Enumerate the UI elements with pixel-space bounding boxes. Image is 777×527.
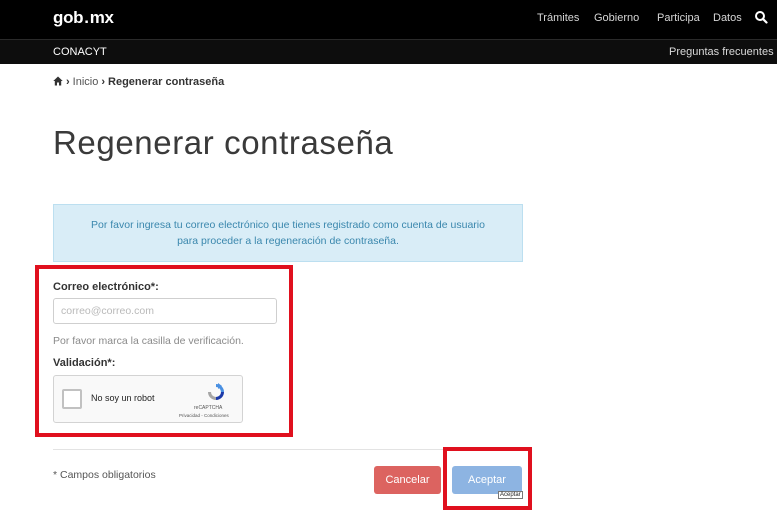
- form-highlight-box: [35, 265, 293, 437]
- info-alert: Por favor ingresa tu correo electrónico …: [53, 204, 523, 262]
- top-nav: Trámites Gobierno Participa Datos: [0, 12, 777, 28]
- sub-header: CONACYT Preguntas frecuentes: [0, 39, 777, 64]
- nav-item-participa[interactable]: Participa: [657, 12, 700, 24]
- nav-item-datos[interactable]: Datos: [713, 12, 742, 24]
- breadcrumb-separator: ›: [101, 76, 106, 88]
- breadcrumb: › Inicio › Regenerar contraseña: [53, 76, 224, 88]
- breadcrumb-home-link[interactable]: Inicio: [73, 76, 99, 88]
- breadcrumb-separator: ›: [66, 76, 70, 88]
- breadcrumb-current: Regenerar contraseña: [108, 76, 225, 88]
- page-title: Regenerar contraseña: [53, 124, 394, 161]
- info-line-1: Por favor ingresa tu correo electrónico …: [91, 219, 485, 231]
- cancel-button[interactable]: Cancelar: [374, 466, 441, 494]
- required-fields-note: * Campos obligatorios: [53, 469, 156, 481]
- top-header: gob.mx Trámites Gobierno Participa Datos: [0, 0, 777, 39]
- home-icon[interactable]: [53, 76, 63, 86]
- faq-link[interactable]: Preguntas frecuentes: [669, 46, 774, 58]
- info-line-2: para proceder a la regeneración de contr…: [177, 235, 399, 247]
- nav-item-gobierno[interactable]: Gobierno: [594, 12, 639, 24]
- search-icon[interactable]: [754, 10, 768, 26]
- accept-highlight-box: [443, 447, 532, 510]
- conacyt-brand[interactable]: CONACYT: [53, 46, 107, 58]
- nav-item-tramites[interactable]: Trámites: [537, 12, 579, 24]
